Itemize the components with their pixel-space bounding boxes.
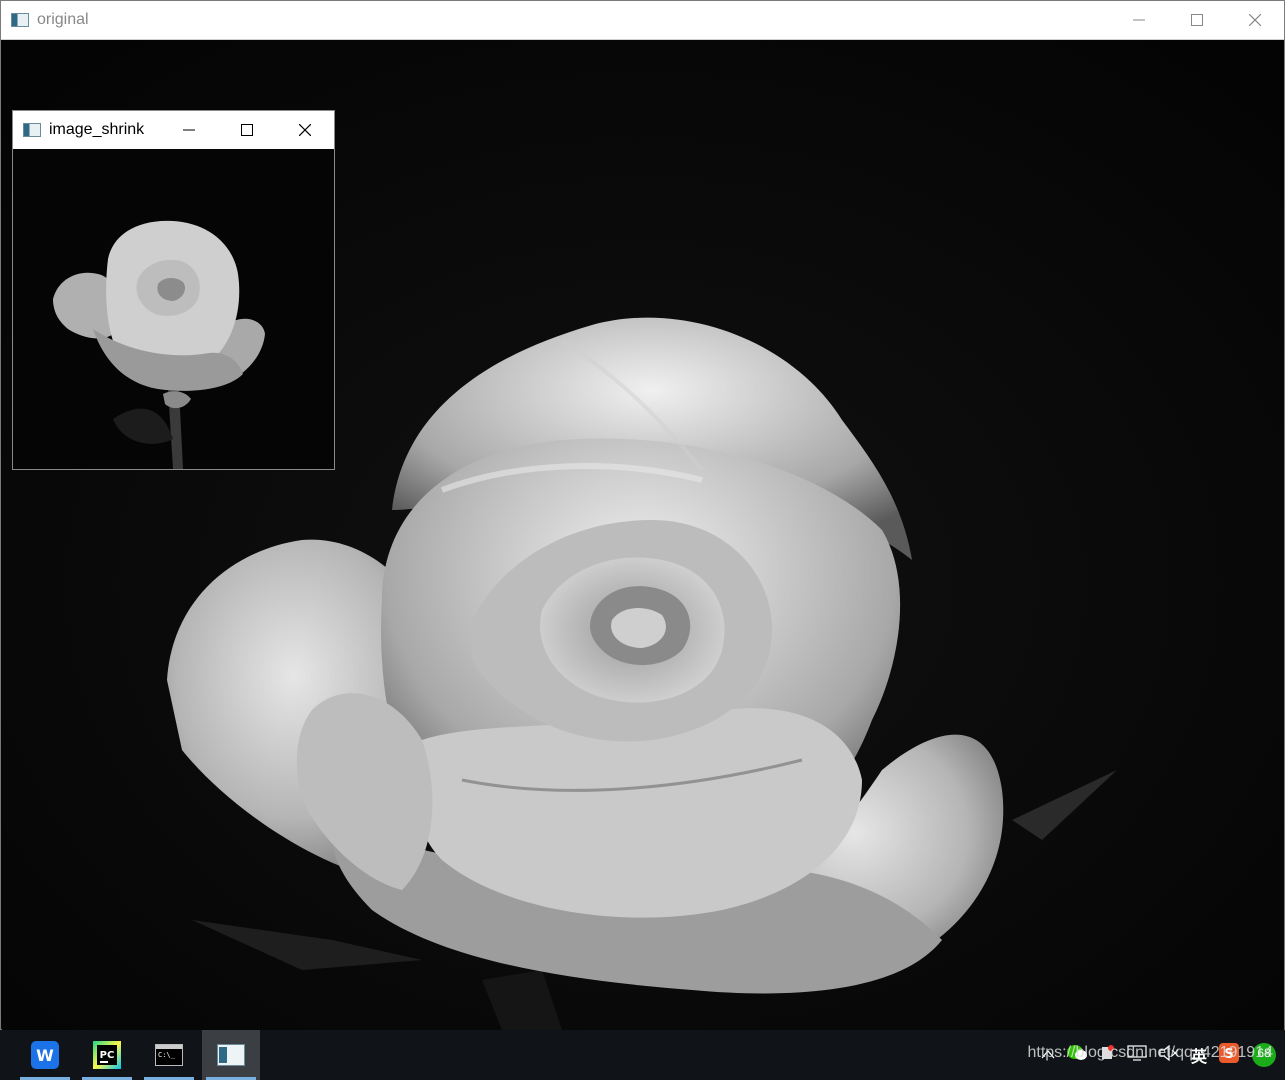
taskbar-item-wps[interactable]: W: [16, 1030, 74, 1080]
wps-label: W: [36, 1046, 54, 1065]
shrunk-image: [13, 149, 334, 469]
taskbar-item-opencv-window[interactable]: [202, 1030, 260, 1080]
taskbar-item-pycharm[interactable]: PC: [78, 1030, 136, 1080]
close-icon: [1249, 14, 1261, 26]
child-window-title: image_shrink: [49, 121, 145, 138]
main-window-title: original: [37, 11, 89, 28]
pycharm-icon: PC: [93, 1041, 121, 1069]
maximize-icon: [1191, 14, 1203, 26]
opencv-window-icon: [217, 1044, 245, 1066]
minimize-icon: [183, 129, 195, 131]
minimize-button[interactable]: [1110, 1, 1168, 39]
rose-thumbnail: [13, 149, 334, 469]
opencv-window-icon: [11, 13, 29, 27]
child-titlebar[interactable]: image_shrink: [13, 111, 334, 150]
minimize-icon: [1133, 19, 1145, 21]
terminal-icon: C:\_: [155, 1044, 183, 1066]
image-shrink-window: image_shrink: [12, 110, 335, 470]
wps-icon: W: [31, 1041, 59, 1069]
maximize-button[interactable]: [1168, 1, 1226, 39]
maximize-icon: [241, 124, 253, 136]
child-minimize-button[interactable]: [160, 111, 218, 149]
watermark: https://blog.csdn.net/qq_42191914: [1027, 1044, 1273, 1061]
main-titlebar[interactable]: original: [1, 1, 1284, 40]
child-maximize-button[interactable]: [218, 111, 276, 149]
taskbar-item-terminal[interactable]: C:\_: [140, 1030, 198, 1080]
pycharm-label: PC: [100, 1050, 115, 1061]
child-close-button[interactable]: [276, 111, 334, 149]
svg-text:C:\_: C:\_: [158, 1051, 176, 1059]
opencv-window-icon: [23, 123, 41, 137]
close-icon: [299, 124, 311, 136]
close-button[interactable]: [1226, 1, 1284, 39]
